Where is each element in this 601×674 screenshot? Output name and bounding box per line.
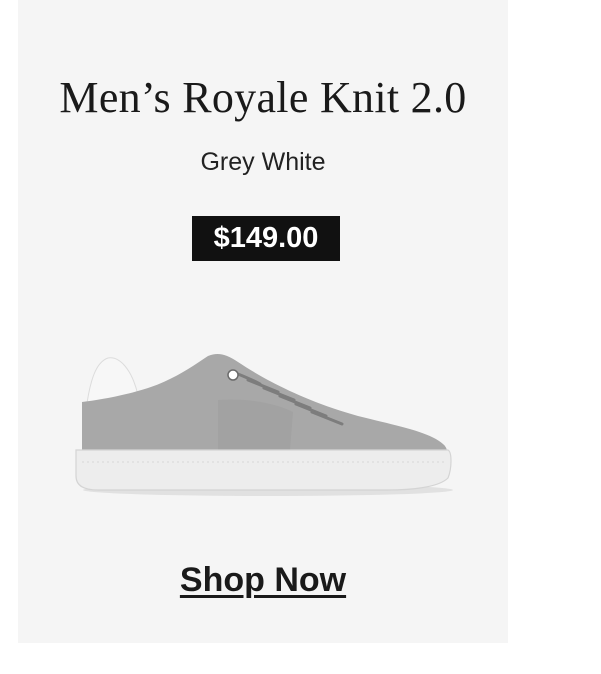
sneaker-image[interactable]: [68, 340, 458, 500]
product-color: Grey White: [200, 148, 326, 176]
price-badge: $149.00: [192, 216, 340, 261]
shop-now-link-wrap: Shop Now: [0, 561, 526, 600]
sole-shape: [75, 449, 452, 491]
shop-now-link[interactable]: Shop Now: [180, 561, 346, 599]
eyelet-shape: [227, 369, 239, 381]
product-title: Men’s Royale Knit 2.0: [59, 73, 467, 122]
